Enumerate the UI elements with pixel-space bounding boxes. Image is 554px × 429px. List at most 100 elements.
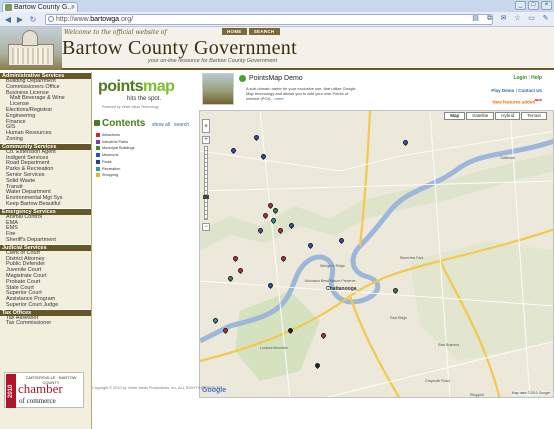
category-item[interactable]: Attractions (96, 132, 135, 139)
zoom-slider[interactable] (203, 146, 209, 220)
category-swatch-icon[interactable] (96, 133, 100, 137)
sidebar: Administrative Services Building Departme… (0, 72, 92, 429)
close-window-icon[interactable]: × (541, 1, 552, 10)
zoom-in-button[interactable]: + (202, 136, 210, 144)
powered-by: Powered by Vinter Ideas Technology (102, 105, 159, 109)
map-type-map-button[interactable]: Map (444, 112, 466, 120)
map-label: Graysville Road (425, 379, 450, 383)
globe-icon (48, 16, 54, 22)
category-swatch-icon[interactable] (96, 166, 100, 171)
back-icon[interactable]: ◀ (3, 15, 13, 24)
nav-search[interactable]: SEARCH (248, 28, 280, 35)
category-item[interactable]: Recreation (96, 166, 135, 173)
category-item[interactable]: Industrial Parks (96, 139, 135, 146)
browser-tab[interactable]: Bartow County G... × (2, 2, 78, 12)
more-link[interactable]: more (274, 96, 283, 101)
demo-links: Play Demo | Contact Us (491, 88, 542, 93)
new-badge: NEW (535, 98, 542, 102)
chamber-line2: of commerce (19, 397, 56, 405)
tab-icon[interactable]: ⧉ (485, 14, 494, 24)
demo-header: PointsMap Demo A sub-domain name for you… (199, 72, 554, 108)
map-label: Ringgold (470, 393, 484, 397)
google-map[interactable]: Map Satellite Hybrid Terrain ✥ + − Chattano… (199, 110, 554, 398)
browser-tab-strip: Bartow County G... × _ □ × (0, 0, 554, 12)
url-domain: bartowga (90, 16, 120, 23)
category-item[interactable]: Parks (96, 159, 135, 166)
map-copyright: Map data ©2010 Google (511, 391, 550, 395)
url-prefix: http://www. (56, 16, 91, 23)
toolbar-icons: ▤ ⧉ ✉ ☆ ▭ ✎ (471, 14, 550, 24)
pan-control-icon[interactable]: ✥ (202, 119, 210, 133)
pointsmap-panel: pointsmap hits the spot. Powered by Vint… (92, 72, 199, 364)
sidebar-menu: Administrative Services Building Departme… (0, 72, 91, 327)
chamber-of-commerce-logo[interactable]: 2010 CARTERSVILLE · BARTOW COUNTY chambe… (4, 372, 84, 408)
category-item[interactable]: Museums (96, 152, 135, 159)
map-type-satellite-button[interactable]: Satellite (466, 112, 495, 120)
courthouse-image (0, 27, 62, 70)
forward-icon[interactable]: ▶ (15, 15, 25, 24)
top-nav: HOME SEARCH (222, 28, 280, 35)
demo-description-text: A sub-domain name for your exclusive use… (246, 86, 356, 101)
zoom-slider-knob[interactable] (203, 195, 209, 199)
map-type-hybrid-button[interactable]: Hybrid (495, 112, 521, 120)
logo-part-map: map (143, 78, 175, 95)
close-tab-icon[interactable]: × (71, 3, 75, 12)
contents-title: Contents (102, 118, 146, 129)
url-suffix: .org/ (119, 16, 134, 23)
category-label: Museums (102, 153, 119, 158)
search-link[interactable]: search (174, 122, 189, 128)
category-list: Attractions Industrial Parks Municipal Bui… (96, 132, 135, 179)
pointsmap-logo[interactable]: pointsmap (98, 78, 175, 96)
main-content: pointsmap hits the spot. Powered by Vint… (92, 72, 554, 429)
logo-part-points: points (98, 78, 144, 95)
address-bar[interactable]: http://www.bartowga.org/ (45, 14, 493, 25)
minimize-icon[interactable]: _ (515, 1, 526, 10)
category-item[interactable]: Municipal Buildings (96, 145, 135, 152)
tab-title: Bartow County G... (14, 4, 74, 11)
site-header: Welcome to the official website of HOME … (0, 27, 554, 70)
demo-description: A sub-domain name for your exclusive use… (246, 86, 358, 101)
category-swatch-icon[interactable] (96, 173, 100, 178)
map-label: Moccasin Bend Nature Preserve (305, 279, 356, 283)
window-controls: _ □ × (515, 1, 552, 10)
browser-toolbar: ◀ ▶ ↻ http://www.bartowga.org/ ▤ ⧉ ✉ ☆ ▭… (0, 12, 554, 27)
nav-home[interactable]: HOME (222, 28, 247, 35)
status-dot-icon (239, 75, 246, 82)
gmail-icon[interactable]: ✉ (499, 14, 508, 24)
category-item[interactable]: Shopping (96, 172, 135, 179)
map-label: East Brainerd (438, 343, 460, 347)
category-swatch-icon[interactable] (96, 153, 100, 158)
reload-icon[interactable]: ↻ (28, 15, 38, 24)
maximize-icon[interactable]: □ (528, 1, 539, 10)
play-demo-link[interactable]: Play Demo (491, 88, 514, 93)
wrench-icon[interactable]: ✎ (541, 14, 550, 24)
zoom-out-button[interactable]: − (202, 223, 210, 231)
sidebar-link[interactable]: Tax Commissioner (0, 321, 91, 327)
new-features-link[interactable]: New features addedNEW (492, 98, 542, 105)
page-menu-icon[interactable]: ▭ (527, 14, 536, 24)
google-logo[interactable]: Google (202, 387, 226, 394)
welcome-text: Welcome to the official website of (64, 29, 167, 36)
document-icon[interactable]: ▤ (471, 14, 480, 24)
map-label: Chattanooga (326, 286, 357, 292)
map-label: Riverview Park (400, 256, 424, 260)
demo-title: PointsMap Demo (249, 75, 303, 82)
category-swatch-icon[interactable] (96, 159, 100, 164)
map-label: Ooltewah (500, 156, 515, 160)
contact-us-link[interactable]: Contact Us (518, 88, 542, 93)
map-type-controls: Map Satellite Hybrid Terrain (444, 112, 547, 120)
help-link[interactable]: Help (531, 75, 542, 81)
category-label: Recreation (102, 166, 121, 171)
category-label: Shopping (102, 173, 119, 178)
map-type-terrain-button[interactable]: Terrain (521, 112, 547, 120)
zoom-control: ✥ + − (202, 119, 210, 239)
category-label: Industrial Parks (102, 139, 129, 144)
category-label: Parks (102, 159, 112, 164)
category-swatch-icon[interactable] (96, 139, 100, 144)
map-label: East Ridge (390, 316, 408, 320)
login-link[interactable]: Login (513, 75, 527, 81)
show-all-link[interactable]: show all (152, 122, 170, 128)
site-title: Bartow County Government (62, 37, 297, 59)
category-swatch-icon[interactable] (96, 146, 100, 151)
star-icon[interactable]: ☆ (513, 14, 522, 24)
